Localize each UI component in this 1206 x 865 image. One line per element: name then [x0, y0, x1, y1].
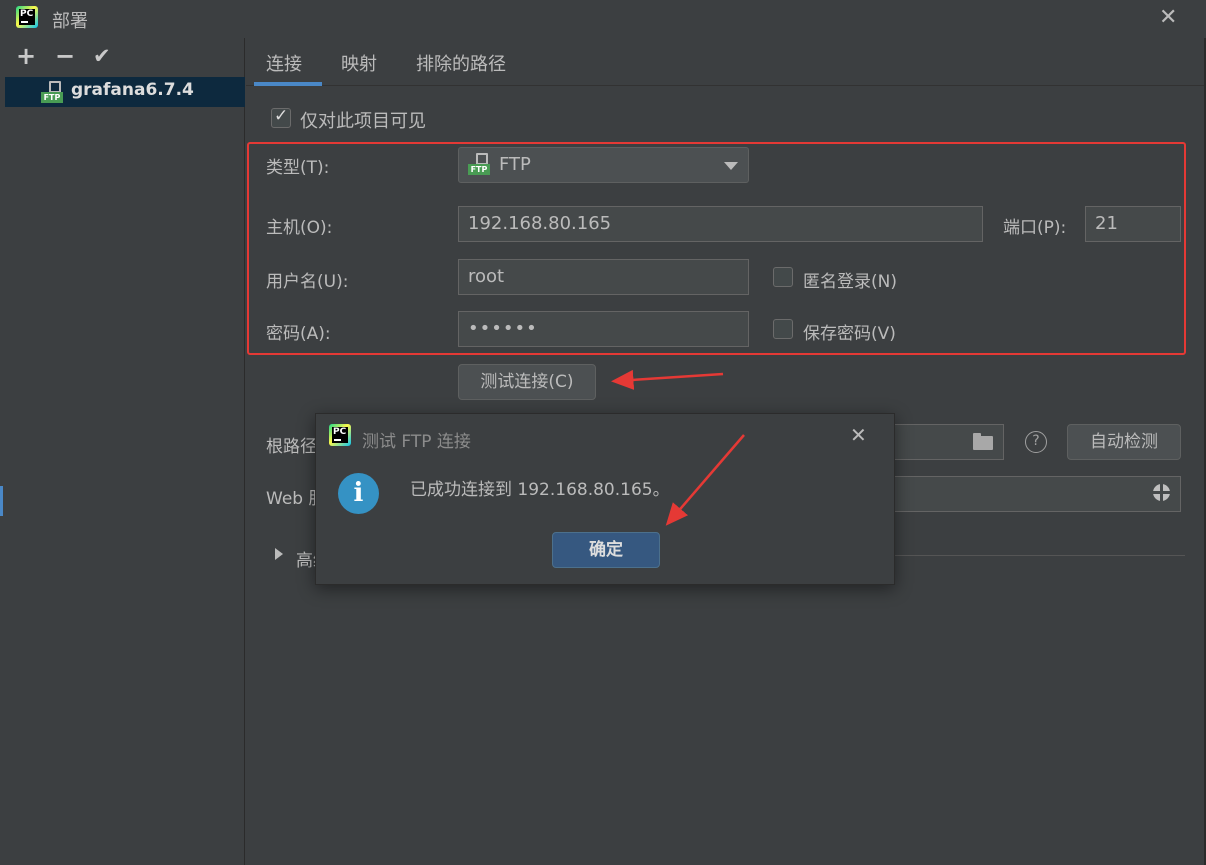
deployment-sidebar: + − ✔ FTP grafana6.7.4: [0, 38, 245, 865]
info-icon: i: [338, 473, 379, 514]
password-field[interactable]: ••••••: [458, 311, 749, 347]
anonymous-login-checkbox[interactable]: [773, 267, 793, 287]
chevron-down-icon: [724, 162, 738, 170]
type-label: 类型(T):: [266, 158, 330, 178]
type-select[interactable]: FTP FTP: [458, 147, 749, 183]
ok-button[interactable]: 确定: [552, 532, 660, 568]
anonymous-login-label: 匿名登录(N): [803, 272, 897, 292]
visible-only-label: 仅对此项目可见: [300, 111, 426, 132]
remove-server-button[interactable]: −: [55, 42, 75, 70]
tab-bar: 连接 映射 排除的路径: [246, 38, 1204, 86]
left-edge-marker: [0, 486, 3, 516]
sidebar-item-grafana[interactable]: FTP grafana6.7.4: [5, 77, 245, 107]
pycharm-logo-icon: PC: [16, 6, 38, 28]
host-field[interactable]: 192.168.80.165: [458, 206, 983, 242]
username-field[interactable]: root: [458, 259, 749, 295]
folder-icon[interactable]: [973, 433, 993, 450]
advanced-label[interactable]: 高级: [296, 546, 316, 571]
globe-icon[interactable]: [1153, 484, 1170, 501]
web-url-field[interactable]: [880, 476, 1181, 512]
sidebar-toolbar: + − ✔: [0, 38, 245, 76]
expand-arrow-icon[interactable]: [275, 548, 283, 560]
type-select-value: FTP: [499, 154, 531, 175]
tab-mappings[interactable]: 映射: [341, 50, 377, 76]
ftp-type-icon: FTP: [468, 153, 492, 177]
advanced-separator: [894, 555, 1185, 556]
save-password-checkbox[interactable]: [773, 319, 793, 339]
sidebar-item-label: grafana6.7.4: [71, 80, 194, 100]
password-label: 密码(A):: [266, 324, 331, 344]
host-label: 主机(O):: [266, 218, 333, 238]
port-field[interactable]: 21: [1085, 206, 1181, 242]
web-url-label: Web 服: [266, 489, 316, 509]
root-path-label: 根路径: [266, 437, 317, 457]
apply-check-button[interactable]: ✔: [93, 44, 111, 68]
window-close-icon[interactable]: ✕: [1159, 7, 1177, 29]
test-connection-button[interactable]: 测试连接(C): [458, 364, 596, 400]
dialog-message: 已成功连接到 192.168.80.165。: [410, 480, 670, 500]
auto-detect-button[interactable]: 自动检测: [1067, 424, 1181, 460]
pycharm-logo-icon: PC: [329, 424, 351, 446]
window-title: 部署: [52, 11, 88, 32]
visible-only-checkbox[interactable]: [271, 106, 291, 128]
test-ftp-dialog: PC 测试 FTP 连接 ✕ i 已成功连接到 192.168.80.165。 …: [315, 413, 895, 585]
help-icon[interactable]: ?: [1025, 431, 1047, 453]
tab-connection[interactable]: 连接: [266, 50, 302, 76]
port-label: 端口(P):: [1003, 218, 1067, 238]
dialog-close-icon[interactable]: ✕: [850, 425, 867, 445]
username-label: 用户名(U):: [266, 272, 349, 292]
dialog-title: 测试 FTP 连接: [362, 432, 471, 452]
window-titlebar: PC 部署 ✕: [0, 0, 1206, 38]
add-server-button[interactable]: +: [16, 42, 36, 70]
save-password-label: 保存密码(V): [803, 324, 896, 344]
tab-excluded-paths[interactable]: 排除的路径: [416, 50, 506, 76]
active-tab-indicator: [254, 82, 322, 86]
ftp-server-icon: FTP: [41, 81, 65, 105]
